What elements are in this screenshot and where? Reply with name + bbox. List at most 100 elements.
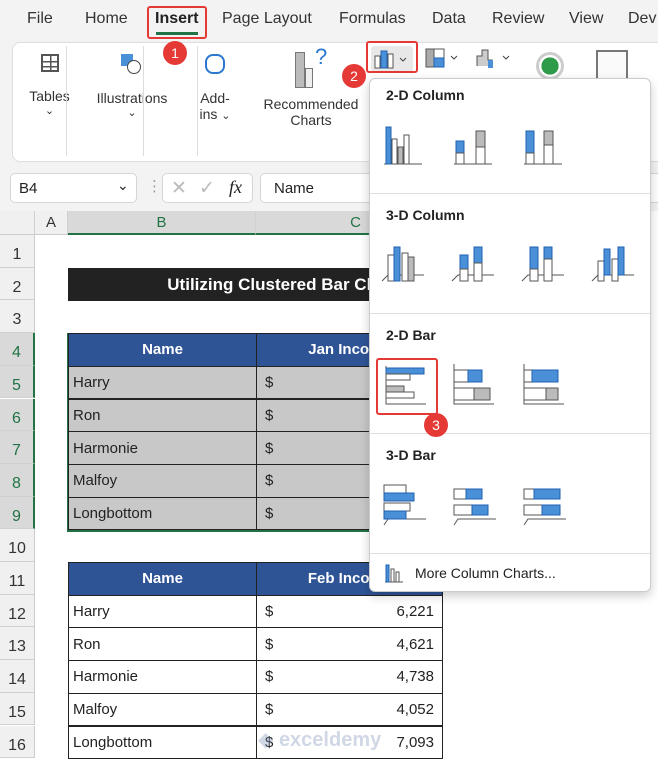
name-cell[interactable]: Harmonie — [68, 431, 257, 465]
name-cell[interactable]: Longbottom — [68, 725, 257, 760]
row-header-15[interactable]: 15 — [0, 692, 35, 726]
enter-icon[interactable]: ✓ — [199, 177, 215, 200]
tables-label: Tables — [29, 88, 70, 104]
recommended-label: Recommended — [263, 96, 359, 112]
row-header-11[interactable]: 11 — [0, 562, 35, 595]
row-header-1[interactable]: 1 — [0, 235, 35, 268]
tab-page-layout[interactable]: Page Layout — [222, 10, 312, 28]
name-box-value: B4 — [19, 180, 38, 197]
name-cell[interactable]: Longbottom — [68, 496, 257, 531]
divider — [143, 46, 144, 156]
hierarchy-chart-icon — [425, 48, 458, 68]
illustrations-button[interactable]: Illustrations ⌄ — [88, 50, 176, 160]
divider — [197, 46, 198, 156]
hierarchy-chart-button[interactable] — [424, 46, 462, 70]
3d-100-stacked-bar-icon[interactable] — [522, 481, 568, 527]
drag-handle-icon[interactable]: ⋮ — [147, 177, 162, 195]
tables-button[interactable]: Tables ⌄ — [22, 50, 77, 160]
income-cell[interactable]: $4,052 — [256, 692, 443, 727]
3d-100-stacked-column-icon[interactable] — [520, 241, 566, 287]
stacked-bar-icon[interactable] — [452, 362, 498, 408]
header-name[interactable]: Name — [68, 562, 257, 596]
3d-clustered-bar-icon[interactable] — [382, 481, 428, 527]
currency-symbol: $ — [265, 504, 274, 522]
currency-symbol: $ — [265, 439, 274, 457]
cancel-icon[interactable]: ✕ — [171, 177, 187, 200]
income-value: 4,738 — [396, 668, 434, 686]
section-3d-column: 3-D Column — [386, 207, 465, 223]
insert-function-icon[interactable]: fx — [229, 177, 242, 198]
recommended-charts-button[interactable]: ? Recommended Charts — [258, 44, 364, 156]
name-box[interactable]: B4 ⌄ — [10, 173, 137, 203]
row-header-16[interactable]: 16 — [0, 725, 35, 759]
name-cell[interactable]: Malfoy — [68, 463, 257, 498]
more-column-charts-label: More Column Charts... — [415, 565, 556, 581]
name-cell[interactable]: Harmonie — [68, 660, 257, 694]
tab-file[interactable]: File — [27, 10, 53, 28]
income-cell[interactable]: $6,221 — [256, 594, 443, 629]
name-cell[interactable]: Malfoy — [68, 692, 257, 727]
row-header-4[interactable]: 4 — [0, 333, 35, 366]
3d-stacked-bar-icon[interactable] — [452, 481, 498, 527]
column-header-b[interactable]: B — [68, 211, 256, 235]
stacked-column-icon[interactable] — [450, 119, 496, 165]
tab-developer[interactable]: Dev — [628, 10, 656, 28]
income-cell[interactable]: $4,621 — [256, 627, 443, 662]
maps-icon[interactable] — [536, 52, 564, 80]
waterfall-chart-button[interactable] — [474, 46, 514, 70]
name-cell[interactable]: Ron — [68, 627, 257, 662]
pivot-chart-icon[interactable] — [596, 50, 628, 80]
row-header-9[interactable]: 9 — [0, 496, 35, 530]
income-value: 4,621 — [396, 635, 434, 653]
highlight-clustered-bar — [376, 358, 438, 415]
watermark-logo: ◆ exceldemy — [258, 729, 382, 751]
addins-label: Add- — [200, 90, 230, 106]
row-header-12[interactable]: 12 — [0, 594, 35, 628]
chevron-down-icon: ⌄ — [44, 105, 55, 117]
row-header-6[interactable]: 6 — [0, 398, 35, 432]
row-header-8[interactable]: 8 — [0, 463, 35, 497]
name-cell[interactable]: Ron — [68, 398, 257, 433]
divider — [370, 433, 650, 434]
name-cell[interactable]: Harry — [68, 594, 257, 629]
currency-symbol: $ — [265, 701, 274, 719]
formula-value: Name — [274, 180, 315, 197]
income-cell[interactable]: $4,738 — [256, 660, 443, 694]
clustered-column-icon[interactable] — [380, 119, 426, 165]
illustrations-label: Illustrations — [96, 90, 168, 106]
row-header-2[interactable]: 2 — [0, 267, 35, 301]
row-header-14[interactable]: 14 — [0, 660, 35, 693]
tab-formulas[interactable]: Formulas — [339, 10, 406, 28]
select-all-corner[interactable] — [0, 211, 35, 235]
addins-label-2: ins — [199, 106, 218, 122]
row-header-5[interactable]: 5 — [0, 365, 35, 399]
chevron-down-icon: ⌄ — [127, 107, 137, 119]
name-cell[interactable]: Harry — [68, 365, 257, 400]
income-value: 6,221 — [396, 603, 434, 621]
row-header-3[interactable]: 3 — [0, 300, 35, 334]
tab-view[interactable]: View — [569, 10, 603, 28]
3d-clustered-column-icon[interactable] — [380, 241, 426, 287]
3d-stacked-column-icon[interactable] — [450, 241, 496, 287]
income-value: 4,052 — [396, 701, 434, 719]
divider — [370, 193, 650, 194]
income-value: 7,093 — [396, 733, 434, 751]
tab-review[interactable]: Review — [492, 10, 544, 28]
highlight-column-chart — [366, 41, 418, 73]
formula-buttons: ✕ ✓ fx — [162, 173, 253, 203]
3d-column-icon[interactable] — [590, 241, 636, 287]
100-stacked-bar-icon[interactable] — [522, 362, 568, 408]
row-header-13[interactable]: 13 — [0, 627, 35, 661]
addins-button[interactable]: Add- ins ⌄ — [186, 50, 244, 160]
column-header-a[interactable]: A — [35, 211, 68, 235]
tab-data[interactable]: Data — [432, 10, 466, 28]
tab-home[interactable]: Home — [85, 10, 128, 28]
header-name[interactable]: Name — [68, 333, 257, 367]
row-header-10[interactable]: 10 — [0, 529, 35, 562]
shapes-icon — [121, 54, 143, 76]
column-chart-dropdown: 2-D Column 3-D Column 2-D Bar 3-D Bar Mo… — [369, 78, 651, 592]
100-stacked-column-icon[interactable] — [520, 119, 566, 165]
more-column-charts-link[interactable]: More Column Charts... — [384, 563, 634, 587]
chevron-down-icon[interactable]: ⌄ — [117, 177, 129, 194]
row-header-7[interactable]: 7 — [0, 431, 35, 464]
